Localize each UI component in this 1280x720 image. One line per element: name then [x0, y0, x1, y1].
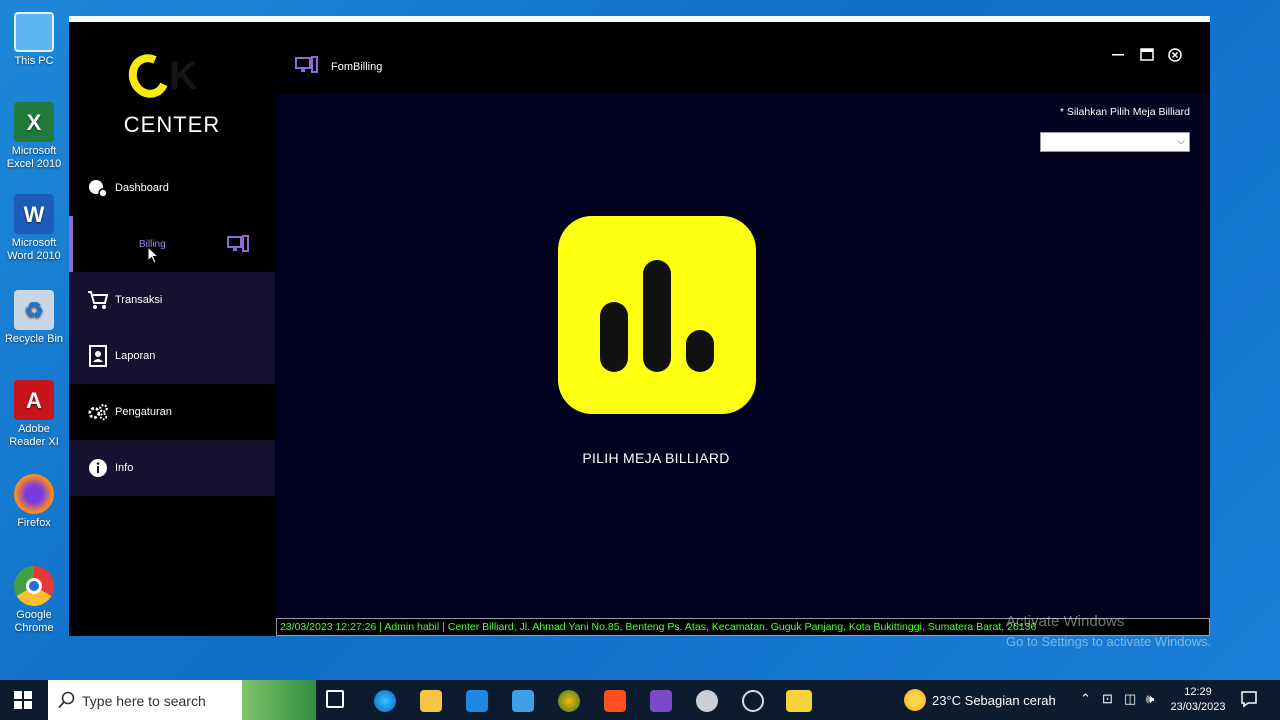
- form-computer-icon: [295, 56, 319, 79]
- running-app-icon[interactable]: [786, 690, 812, 712]
- taskbar: Type here to search 23°C Sebagian cerah …: [0, 680, 1280, 720]
- search-icon: [58, 691, 76, 712]
- word-icon: W: [14, 194, 54, 234]
- close-button[interactable]: [1168, 48, 1182, 67]
- search-highlight-image: [242, 680, 316, 720]
- cart-icon: [87, 289, 109, 311]
- minimize-button[interactable]: [1111, 44, 1125, 63]
- mail-icon[interactable]: [512, 690, 534, 712]
- sidebar-item-label: Transaksi: [115, 294, 163, 306]
- brave-icon[interactable]: [604, 690, 626, 712]
- file-explorer-icon[interactable]: [420, 690, 442, 712]
- recycle-bin-icon: ♻: [14, 290, 54, 330]
- gear-icon: [87, 401, 109, 423]
- bar-chart-icon: [558, 216, 756, 414]
- firefox-icon: [14, 474, 54, 514]
- contact-card-icon: [87, 345, 109, 367]
- desktop-icon-this-pc[interactable]: This PC: [2, 12, 66, 68]
- weather-icon[interactable]: [904, 689, 926, 711]
- sidebar-item-label: Pengaturan: [115, 406, 172, 418]
- chevron-up-icon[interactable]: ⌃: [1080, 691, 1091, 707]
- activate-windows-watermark: Activate Windows Go to Settings to activ…: [1006, 613, 1212, 649]
- app-window: K CENTER Dashboard Billing Transaksi Lap…: [69, 16, 1210, 636]
- store-icon[interactable]: [466, 690, 488, 712]
- chart-bar-icon: [643, 260, 671, 372]
- app-icon[interactable]: [696, 690, 718, 712]
- sidebar-item-laporan[interactable]: Laporan: [69, 328, 275, 384]
- desktop-icon-word[interactable]: W Microsoft Word 2010: [2, 194, 66, 263]
- chrome-icon: [14, 566, 54, 606]
- table-select-dropdown[interactable]: ⌵: [1040, 132, 1190, 152]
- logo: K CENTER: [69, 48, 275, 145]
- main-panel: * Silahkan Pilih Meja Billiard ⌵ PILIH M…: [276, 94, 1210, 618]
- logo-letter-icon: K: [169, 54, 198, 98]
- desktop-icons: This PC X Microsoft Excel 2010 W Microso…: [0, 0, 69, 680]
- desktop-icon-chrome[interactable]: Google Chrome: [2, 566, 66, 635]
- sidebar-item-dashboard[interactable]: Dashboard: [69, 160, 275, 216]
- sidebar-item-label: Info: [115, 462, 134, 474]
- desktop-icon-adobe-reader[interactable]: A Adobe Reader XI: [2, 380, 66, 449]
- sidebar-item-label: Dashboard: [115, 182, 169, 194]
- chart-bar-icon: [686, 330, 714, 372]
- task-view-icon[interactable]: [326, 690, 344, 708]
- monitor-icon: [14, 12, 54, 52]
- window-title: FomBilling: [331, 61, 383, 73]
- cursor-icon: [147, 245, 160, 267]
- notification-icon[interactable]: [1240, 690, 1258, 711]
- adobe-reader-icon: A: [14, 380, 54, 420]
- chart-bar-icon: [600, 302, 628, 372]
- maximize-button[interactable]: [1140, 48, 1154, 67]
- sidebar-item-transaksi[interactable]: Transaksi: [69, 272, 275, 328]
- visual-studio-icon[interactable]: [650, 690, 672, 712]
- weather-text[interactable]: 23°C Sebagian cerah: [932, 693, 1056, 708]
- sidebar-item-label: Laporan: [115, 350, 156, 362]
- sidebar: K CENTER Dashboard Billing Transaksi Lap…: [69, 22, 275, 636]
- computer-icon: [227, 233, 249, 255]
- wifi-icon[interactable]: ◫: [1124, 691, 1136, 707]
- start-button[interactable]: [14, 691, 32, 709]
- sidebar-item-billing[interactable]: Billing: [69, 216, 275, 272]
- desktop-icon-excel[interactable]: X Microsoft Excel 2010: [2, 102, 66, 171]
- edge-icon[interactable]: [374, 690, 396, 712]
- network-icon[interactable]: ⊡: [1102, 691, 1113, 707]
- sidebar-item-info[interactable]: Info: [69, 440, 275, 496]
- chevron-down-icon: ⌵: [1177, 136, 1185, 147]
- excel-icon: X: [14, 102, 54, 142]
- volume-icon[interactable]: 🕪: [1146, 691, 1154, 707]
- desktop-icon-recycle-bin[interactable]: ♻ Recycle Bin: [2, 290, 66, 346]
- sidebar-item-pengaturan[interactable]: Pengaturan: [69, 384, 275, 440]
- table-select-hint: * Silahkan Pilih Meja Billiard: [1059, 106, 1190, 118]
- select-table-label: PILIH MEJA BILLIARD: [582, 450, 730, 466]
- desktop-icon-firefox[interactable]: Firefox: [2, 474, 66, 530]
- obs-icon[interactable]: [742, 690, 764, 712]
- logo-mark-icon: [122, 48, 176, 104]
- dashboard-icon: [87, 177, 109, 199]
- logo-text: CENTER: [123, 112, 221, 137]
- taskbar-search-input[interactable]: Type here to search: [48, 680, 316, 720]
- browser-icon[interactable]: [558, 690, 580, 712]
- clock[interactable]: 12:29 23/03/2023: [1168, 685, 1228, 715]
- info-icon: [87, 457, 109, 479]
